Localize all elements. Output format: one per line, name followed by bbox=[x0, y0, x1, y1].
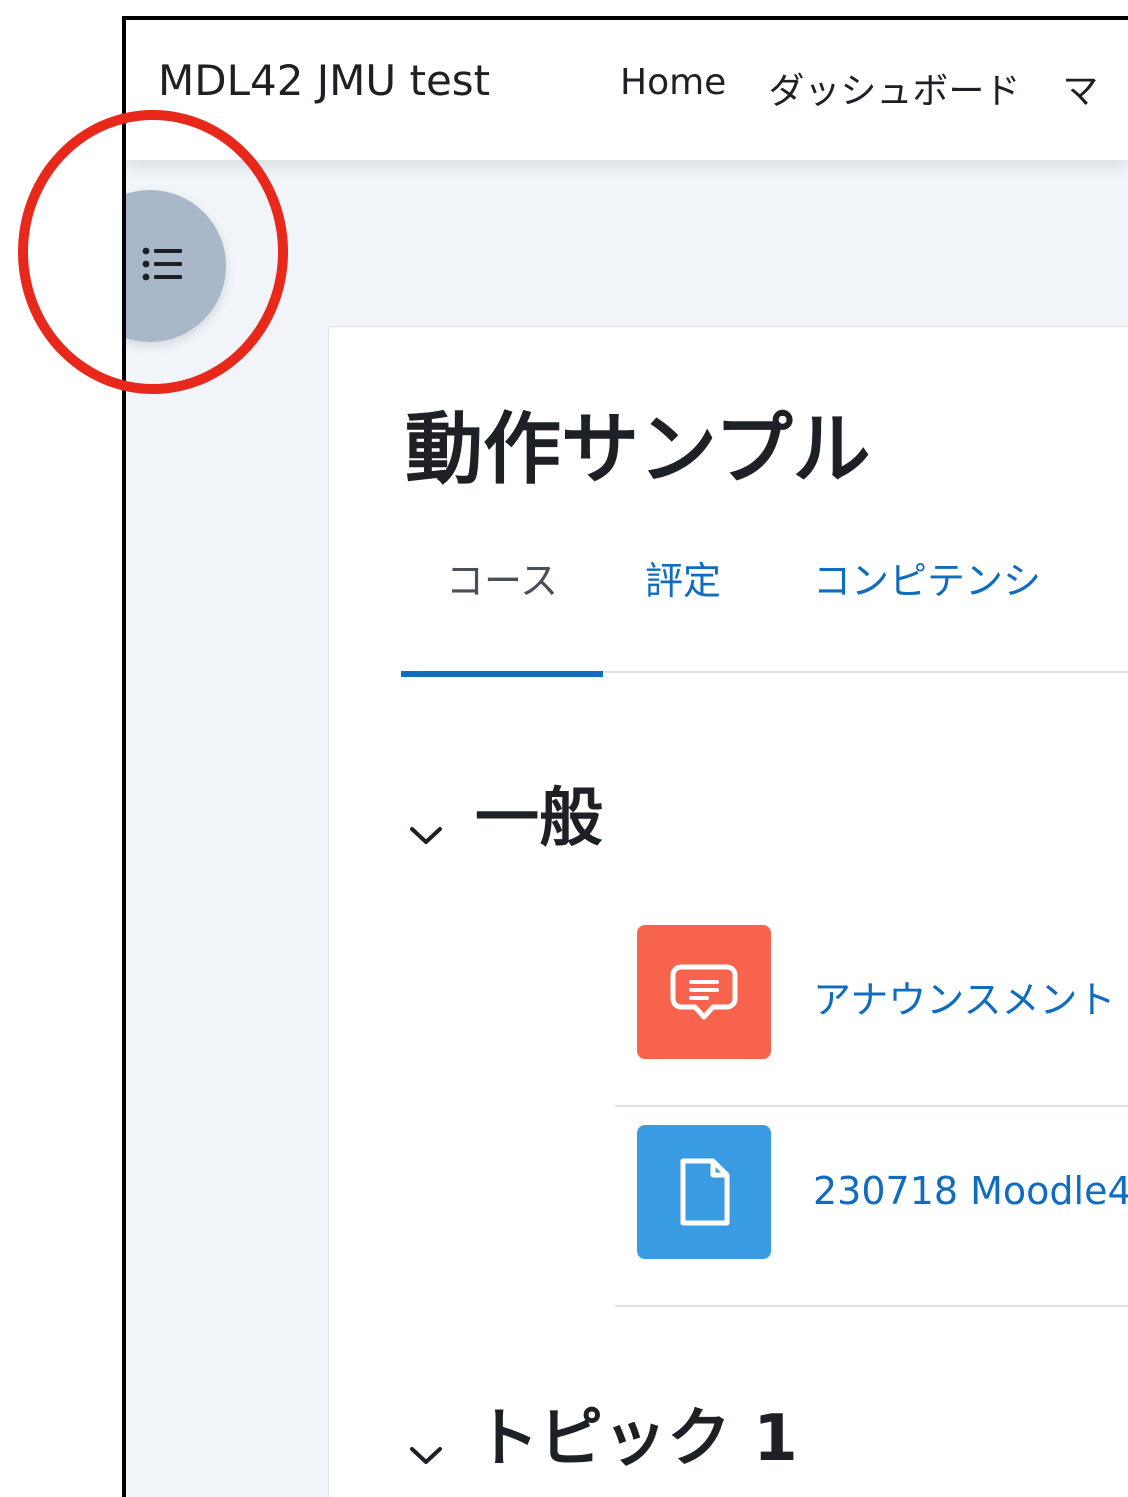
top-navbar: MDL42 JMU test Home ダッシュボード マ bbox=[126, 20, 1128, 160]
activity-link[interactable]: 230718 Moodle4.2 bbox=[813, 1169, 1128, 1213]
page-title: 動作サンプル bbox=[405, 405, 871, 495]
course-index-toggle-button[interactable] bbox=[126, 190, 226, 342]
activity-item: アナウンスメント bbox=[615, 907, 1128, 1107]
tab-competencies[interactable]: コンピテンシ bbox=[813, 562, 1041, 671]
chevron-down-icon[interactable] bbox=[409, 789, 443, 863]
site-name[interactable]: MDL42 JMU test bbox=[158, 56, 490, 105]
list-icon bbox=[142, 246, 184, 286]
course-content-card: 動作サンプル コース 評定 コンピテンシ 一般 アナウンスメント 230718 … bbox=[328, 326, 1128, 1497]
forum-icon bbox=[637, 925, 771, 1059]
chevron-down-icon[interactable] bbox=[409, 1409, 443, 1483]
nav-home[interactable]: Home bbox=[620, 62, 726, 114]
nav-dashboard[interactable]: ダッシュボード bbox=[768, 62, 1020, 114]
tab-course[interactable]: コース bbox=[401, 562, 603, 677]
course-tabs: コース 評定 コンピテンシ bbox=[401, 562, 1128, 677]
section-general-header[interactable]: 一般 bbox=[410, 767, 603, 859]
primary-navigation: Home ダッシュボード マ bbox=[620, 62, 1098, 114]
section-title: トピック 1 bbox=[475, 1402, 798, 1476]
nav-my-courses[interactable]: マ bbox=[1062, 62, 1098, 114]
activity-item: 230718 Moodle4.2 bbox=[615, 1107, 1128, 1307]
browser-viewport: MDL42 JMU test Home ダッシュボード マ 動作サンプル コース… bbox=[122, 16, 1128, 1497]
section-topic1-header[interactable]: トピック 1 bbox=[410, 1387, 798, 1479]
file-icon bbox=[637, 1125, 771, 1259]
activity-link[interactable]: アナウンスメント bbox=[813, 969, 1115, 1024]
section-title: 一般 bbox=[475, 782, 603, 856]
tab-grades[interactable]: 評定 bbox=[645, 562, 721, 671]
